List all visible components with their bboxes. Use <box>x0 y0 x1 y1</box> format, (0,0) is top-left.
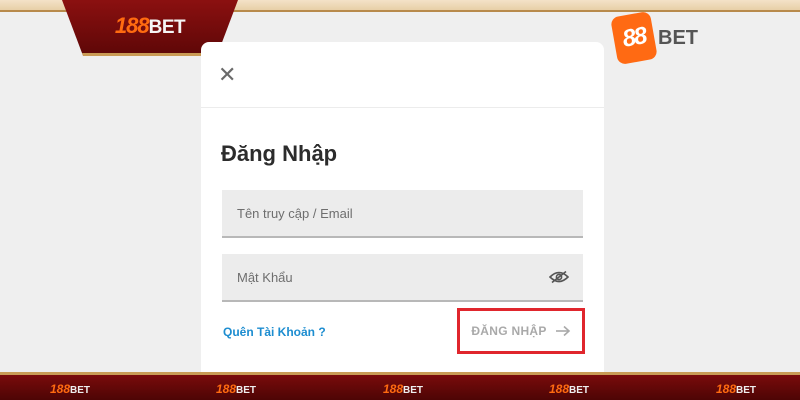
arrow-right-icon <box>555 325 570 337</box>
login-button-label: ĐĂNG NHẬP <box>471 324 547 338</box>
password-input[interactable] <box>222 254 583 300</box>
footer-logo: 188 BET <box>50 382 90 396</box>
footer-logo: 188 BET <box>216 382 256 396</box>
footer-logo-word: BET <box>736 385 757 396</box>
brand-logo-number: 188 <box>114 13 150 38</box>
login-button-content: ĐĂNG NHẬP <box>471 324 570 338</box>
footer-logo-number: 188 <box>549 382 570 396</box>
modal-title: Đăng Nhập <box>221 141 338 166</box>
username-field <box>222 190 583 238</box>
brand-logo-word: BET <box>148 17 186 38</box>
footer-logo-number: 188 <box>50 382 71 396</box>
footer-logo-word: BET <box>236 385 257 396</box>
watermark-logo-word: BET <box>658 26 698 49</box>
footer-logo-number: 188 <box>716 382 737 396</box>
footer-logo: 188 BET <box>383 382 423 396</box>
password-field <box>222 254 583 302</box>
login-button[interactable]: ĐĂNG NHẬP <box>457 308 585 354</box>
footer-logo-number: 188 <box>216 382 237 396</box>
watermark-logo: 88 BET <box>610 10 698 66</box>
watermark-logo-badge: 88 <box>610 10 658 66</box>
eye-icon[interactable] <box>549 270 569 284</box>
username-input[interactable] <box>222 190 583 236</box>
bottom-decorative-bar: 188 BET 188 BET 188 BET 188 BET 188 BET <box>0 372 800 400</box>
footer-logo: 188 BET <box>549 382 589 396</box>
footer-logo: 188 BET <box>716 382 756 396</box>
modal-header: ✕ <box>201 42 604 108</box>
footer-logo-word: BET <box>70 385 91 396</box>
footer-logo-word: BET <box>403 385 424 396</box>
footer-logo-word: BET <box>569 385 590 396</box>
close-icon[interactable]: ✕ <box>218 64 236 86</box>
footer-logo-number: 188 <box>383 382 404 396</box>
login-modal: ✕ Đăng Nhập Quên Tài Khoản ? ĐĂNG NHẬP <box>201 42 604 372</box>
brand-logo: 188 BET <box>114 13 186 39</box>
forgot-account-link[interactable]: Quên Tài Khoản ? <box>223 325 326 339</box>
